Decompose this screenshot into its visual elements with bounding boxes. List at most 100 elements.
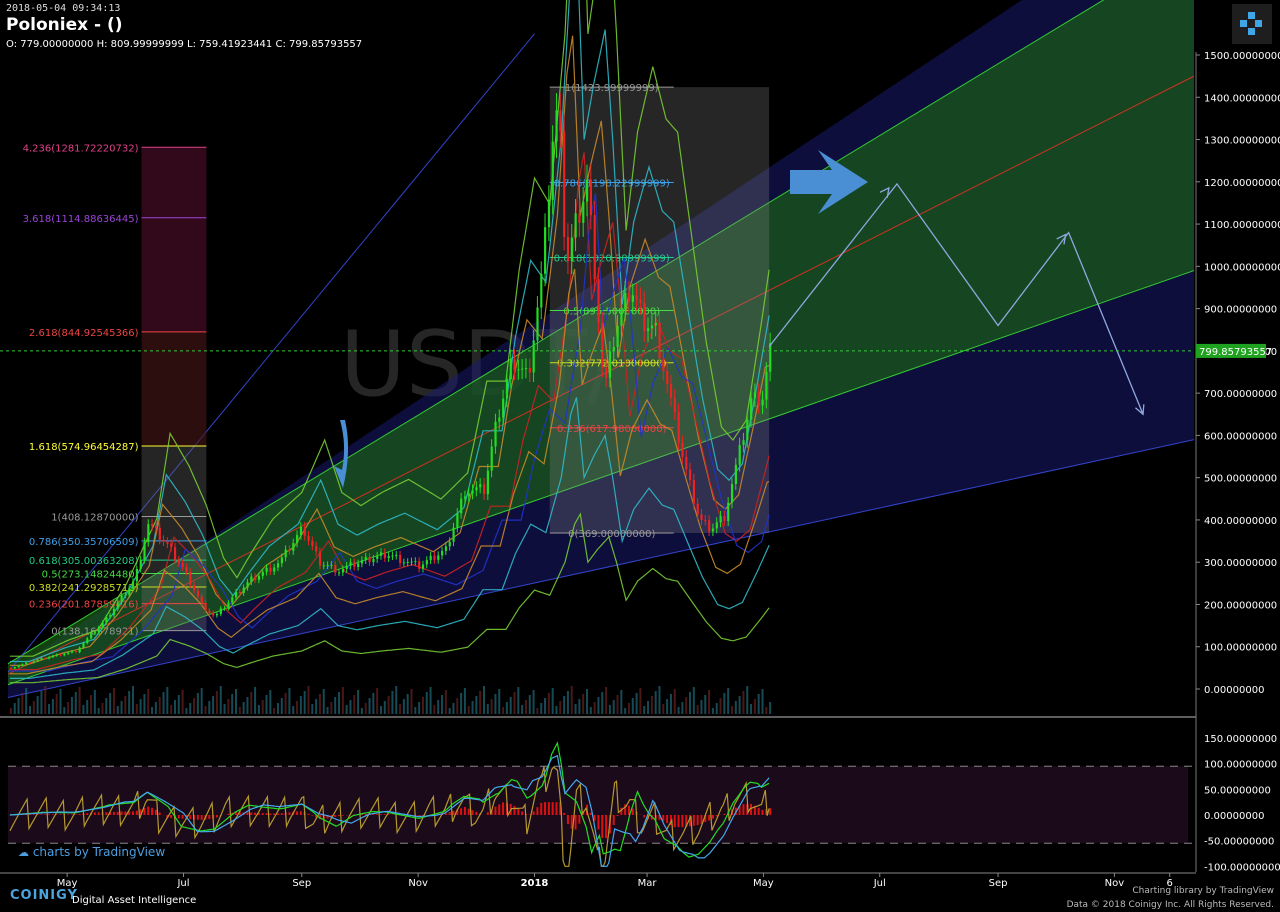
volume-bar [78, 687, 81, 714]
histogram-bar [498, 804, 501, 815]
price-tick-label: 1200.00000000 [1204, 178, 1280, 189]
histogram-bar [521, 811, 524, 815]
coinigy-app-icon[interactable] [1232, 4, 1272, 44]
histogram-bar [532, 811, 535, 815]
histogram-bar [250, 812, 253, 815]
volume-bar [444, 690, 447, 714]
histogram-bar [723, 813, 726, 815]
ohlc-readout: O: 779.00000000 H: 809.99999999 L: 759.4… [6, 39, 363, 50]
candle-body [322, 565, 325, 567]
time-tick-label: Sep [989, 878, 1008, 889]
oscillator-tick-label: -100.00000000 [1204, 862, 1280, 873]
price-axis-bg [1196, 52, 1280, 872]
volume-bar [59, 689, 62, 714]
histogram-bar [261, 813, 264, 815]
volume-bar [757, 694, 760, 714]
histogram-bar [288, 812, 291, 815]
candle-body [364, 556, 367, 561]
fib-right-level-label: 0(369.00000000) [568, 529, 655, 540]
candle-body [692, 480, 696, 504]
volume-bar [769, 702, 772, 714]
fib-left-level-label: 0.618(305.00363208) [29, 556, 139, 567]
histogram-bar [681, 815, 684, 828]
histogram-bar [215, 815, 218, 818]
candle-body [376, 555, 379, 559]
volume-bar [97, 708, 100, 714]
volume-bar [173, 700, 176, 714]
volume-bar [341, 687, 344, 714]
candle-body [219, 608, 222, 614]
volume-bar [181, 690, 184, 714]
volume-bar [563, 696, 566, 714]
candle-body [677, 411, 680, 443]
candle-body [425, 560, 428, 565]
volume-bar [616, 695, 619, 714]
histogram-bar [643, 815, 646, 818]
histogram-bar [494, 806, 497, 815]
price-tick-label: 1000.00000000 [1204, 262, 1280, 273]
volume-bar [437, 700, 440, 714]
candle-body [9, 667, 13, 669]
price-tick-label: 1300.00000000 [1204, 136, 1280, 147]
candle-body [93, 632, 97, 634]
candle-body [597, 279, 600, 323]
volume-bar [708, 690, 711, 714]
volume-bar [586, 689, 588, 714]
price-chart[interactable]: USDT/ 4.236(1281.72220732)3.618(1114.886… [0, 0, 1280, 912]
candle-body [204, 602, 207, 611]
volume-bar [166, 687, 169, 714]
volume-bar [536, 708, 539, 714]
volume-bar [360, 708, 363, 714]
volume-bar [498, 689, 501, 714]
price-tick-label: 400.00000000 [1204, 516, 1277, 527]
volume-bar [460, 693, 463, 714]
volume-bar [322, 689, 325, 714]
coinigy-logo[interactable]: COINIGY [10, 888, 78, 903]
fib-left-level-label: 1(408.12870000) [51, 512, 138, 523]
histogram-bar [463, 807, 466, 815]
volume-bar [513, 692, 516, 714]
candle-body [40, 658, 43, 660]
candle-body [555, 110, 558, 142]
histogram-bar [170, 815, 173, 819]
volume-bar [650, 696, 653, 714]
candle-body [189, 571, 192, 585]
volume-bar [376, 688, 379, 714]
price-tick-label: 500.00000000 [1204, 474, 1277, 485]
histogram-bar [601, 815, 604, 839]
volume-bar [566, 691, 569, 714]
tradingview-credit[interactable]: ☁ charts by TradingView [18, 845, 165, 859]
candle-body [570, 237, 573, 262]
volume-bar [673, 689, 676, 714]
volume-bar [448, 708, 451, 714]
volume-bar [139, 699, 142, 714]
volume-bar [704, 695, 707, 714]
volume-bar [315, 699, 318, 714]
volume-bar [502, 707, 505, 714]
candle-body [734, 464, 737, 485]
candle-body [341, 569, 345, 573]
histogram-bar [67, 814, 70, 815]
candle-body [63, 653, 66, 656]
candle-body [368, 556, 371, 563]
volume-bar [273, 708, 276, 714]
price-tick-label: 100.00000000 [1204, 643, 1277, 654]
candle-body [166, 541, 169, 544]
volume-bar [689, 692, 692, 714]
histogram-bar [761, 809, 764, 815]
histogram-bar [70, 814, 73, 815]
candle-body [608, 351, 612, 378]
candle-body [215, 613, 219, 616]
price-tick-label: 600.00000000 [1204, 431, 1277, 442]
volume-bar [353, 695, 356, 714]
volume-bar [395, 686, 398, 714]
candle-body [379, 552, 383, 556]
page-title: Poloniex - () [6, 15, 123, 35]
histogram-bar [51, 814, 54, 815]
candle-body [757, 392, 760, 406]
histogram-bar [147, 806, 150, 815]
volume-bar [120, 701, 123, 714]
histogram-bar [540, 802, 543, 815]
candle-body [86, 638, 89, 644]
histogram-bar [74, 814, 77, 815]
